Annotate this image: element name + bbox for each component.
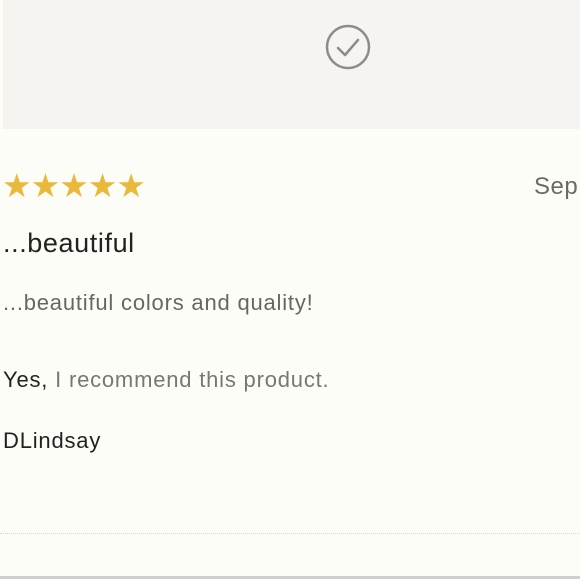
star-icon: ★ (30, 167, 61, 204)
star-icon: ★ (2, 167, 32, 204)
divider (0, 533, 580, 534)
verified-panel (3, 0, 580, 129)
recommend-yes: Yes, (3, 367, 49, 392)
review-author: DLindsay (3, 428, 102, 453)
star-icon: ★ (116, 167, 146, 204)
recommend-text: I recommend this product. (48, 367, 330, 392)
review-page: ★ ★ ★ ★ ★ Sep ...beautiful ...beautiful colo… (0, 0, 580, 579)
recommendation: Yes, I recommend this product. (3, 367, 329, 393)
star-icon: ★ (87, 167, 118, 204)
star-rating: ★ ★ ★ ★ ★ (2, 167, 146, 204)
star-icon: ★ (59, 167, 89, 204)
review-body: ...beautiful colors and quality! (3, 290, 314, 315)
review-title: ...beautiful (3, 228, 135, 258)
review-date: Sep (534, 173, 579, 200)
check-circle-icon (325, 24, 371, 70)
